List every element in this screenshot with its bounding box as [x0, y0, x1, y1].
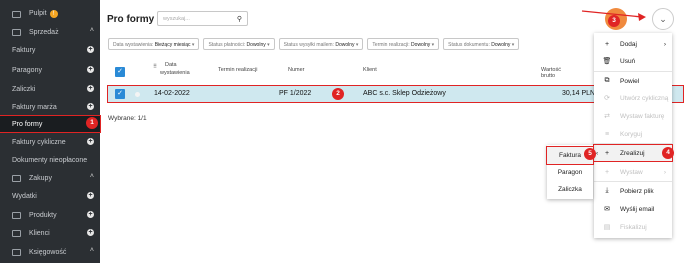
menu-item-zrealizuj[interactable]: + Zrealizuj ‹	[593, 144, 673, 162]
filter-email-status[interactable]: Status wysyłki mailem: Dowolny ▾	[278, 38, 364, 50]
sidebar-item-label: Dokumenty nieopłacone	[12, 156, 88, 164]
menu-item-dodaj[interactable]: + Dodaj ›	[594, 36, 672, 52]
notification-badge: !	[49, 10, 58, 18]
menu-item-koryguj: ≡ Koryguj	[594, 126, 672, 142]
menu-item-wystaw-fakture: ⇄ Wystaw fakturę	[594, 108, 672, 124]
column-header-date-line2: wystawienia	[160, 70, 190, 76]
sidebar-item-label: Pulpit	[29, 10, 47, 17]
column-header-value[interactable]: Wartość brutto	[541, 67, 568, 79]
chevron-up-icon: ˄	[89, 173, 94, 180]
transfer-icon: ⇄	[604, 113, 610, 120]
plus-icon: +	[604, 168, 610, 176]
table-header: ✓ ⠿ Data wystawienia Termin realizacji N…	[108, 60, 568, 84]
more-actions-button[interactable]: ⌄	[652, 8, 674, 30]
search-icon: ⚲	[236, 16, 242, 23]
column-header-number[interactable]: Numer	[288, 67, 305, 73]
chevron-up-icon: ˄	[89, 247, 94, 254]
menu-item-wyslij-email[interactable]: ✉ Wyślij email	[594, 201, 672, 217]
menu-item-usun[interactable]: 🗑 Usuń	[594, 53, 672, 69]
sidebar-item-faktury-cykliczne[interactable]: Faktury cykliczne +	[0, 134, 100, 150]
row-client: ABC s.c. Sklep Odzieżowy	[363, 90, 446, 97]
correct-icon: ≡	[604, 130, 610, 138]
trash-icon: 🗑	[602, 58, 612, 65]
filter-realization-term[interactable]: Termin realizacji: Dowolny ▾	[367, 38, 440, 50]
chevron-right-icon: ›	[663, 168, 666, 176]
sidebar-item-faktury-marza[interactable]: Faktury marża +	[0, 99, 100, 115]
menu-divider	[594, 71, 672, 72]
selection-count: Wybrane: 1/1	[108, 115, 147, 122]
sidebar-item-dokumenty-nieoplacone[interactable]: Dokumenty nieopłacone	[0, 152, 100, 168]
step-badge-2: 2	[332, 88, 344, 100]
step-badge-5: 5	[584, 148, 596, 160]
menu-divider	[594, 143, 672, 144]
plus-icon: +	[604, 149, 610, 157]
add-icon[interactable]: +	[87, 103, 94, 110]
add-icon[interactable]: +	[87, 138, 94, 145]
add-icon[interactable]: +	[87, 211, 94, 218]
menu-item-wystaw: + Wystaw ›	[594, 164, 672, 180]
search-placeholder: wyszukaj...	[163, 16, 190, 22]
plus-icon: +	[604, 40, 610, 48]
sidebar-item-produkty[interactable]: Produkty +	[0, 207, 100, 223]
chevron-left-icon: ‹	[596, 149, 599, 157]
menu-item-pobierz-plik[interactable]: ⤓ Pobierz plik	[594, 183, 672, 199]
submenu-item-zaliczka[interactable]: Zaliczka	[547, 181, 593, 198]
sidebar-item-sprzedaz[interactable]: Sprzedaż ˄	[0, 24, 100, 40]
chevron-right-icon: ›	[663, 40, 666, 48]
actions-dropdown: + Dodaj › 🗑 Usuń ⧉ Powiel ⟳ Utwórz cykliczną…	[593, 33, 673, 238]
add-icon[interactable]: +	[87, 229, 94, 236]
filter-document-status[interactable]: Status dokumentu: Dowolny ▾	[443, 38, 520, 50]
sidebar-item-wydatki[interactable]: Wydatki +	[0, 188, 100, 204]
column-header-term[interactable]: Termin realizacji	[218, 67, 257, 73]
sidebar: Pulpit! Sprzedaż ˄ Faktury + Paragony + …	[0, 0, 101, 263]
select-all-checkbox[interactable]: ✓	[115, 67, 125, 77]
add-icon[interactable]: +	[87, 85, 94, 92]
row-number: PF 1/2022	[279, 90, 312, 97]
mail-icon: ✉	[604, 206, 610, 213]
sidebar-item-ksiegowosc[interactable]: Księgowość ˄	[0, 244, 100, 260]
sidebar-item-zaliczki[interactable]: Zaliczki +	[0, 81, 100, 97]
menu-item-fiskalizuj: ▤ Fiskalizuj	[603, 223, 647, 232]
annotation-arrow	[581, 10, 646, 21]
sidebar-item-faktury[interactable]: Faktury +	[0, 42, 100, 58]
sidebar-item-klienci[interactable]: Klienci +	[0, 225, 100, 241]
menu-item-powiel[interactable]: ⧉ Powiel	[594, 73, 672, 89]
filter-payment-status[interactable]: Status płatności: Dowolny ▾	[203, 38, 275, 50]
add-icon[interactable]: +	[87, 46, 94, 53]
status-dot-icon	[135, 92, 140, 97]
menu-item-utworz-cykliczna: ⟳ Utwórz cykliczną	[594, 90, 672, 106]
menu-divider	[594, 181, 672, 182]
products-icon	[12, 211, 21, 219]
copy-icon: ⧉	[604, 77, 610, 84]
sidebar-item-pulpit[interactable]: Pulpit!	[0, 6, 100, 22]
cycle-icon: ⟳	[604, 95, 610, 102]
submenu-item-paragon[interactable]: Paragon	[547, 164, 593, 181]
row-checkbox[interactable]: ✓	[115, 89, 125, 99]
download-icon: ⤓	[605, 187, 609, 194]
purchases-icon	[12, 174, 21, 182]
sidebar-item-zakupy[interactable]: Zakupy ˄	[0, 170, 100, 186]
step-badge-4: 4	[662, 147, 674, 159]
add-icon[interactable]: +	[87, 192, 94, 199]
chevron-up-icon: ˄	[89, 27, 94, 34]
column-header-client[interactable]: Klient	[363, 67, 377, 73]
clients-icon	[12, 229, 21, 237]
step-badge-1: 1	[86, 117, 98, 129]
row-date: 14-02-2022	[154, 90, 190, 97]
receipt-icon: ▤	[603, 224, 611, 231]
sidebar-item-pro-formy[interactable]: Pro formy	[0, 115, 101, 133]
sales-icon	[12, 28, 21, 36]
row-value: 30,14 PLN	[562, 90, 596, 97]
page-title: Pro formy	[107, 14, 155, 25]
add-icon[interactable]: +	[87, 66, 94, 73]
search-input[interactable]: wyszukaj... ⚲	[157, 11, 248, 26]
dashboard-icon	[12, 10, 21, 18]
sort-handle-icon[interactable]: ⠿	[153, 64, 157, 70]
accounting-icon	[12, 248, 21, 256]
filter-bar: Data wystawienia: Bieżący miesiąc ▾ Stat…	[108, 38, 520, 50]
filter-issue-date[interactable]: Data wystawienia: Bieżący miesiąc ▾	[108, 38, 200, 50]
sidebar-item-paragony[interactable]: Paragony +	[0, 62, 100, 78]
column-header-date[interactable]: Data	[165, 62, 177, 68]
